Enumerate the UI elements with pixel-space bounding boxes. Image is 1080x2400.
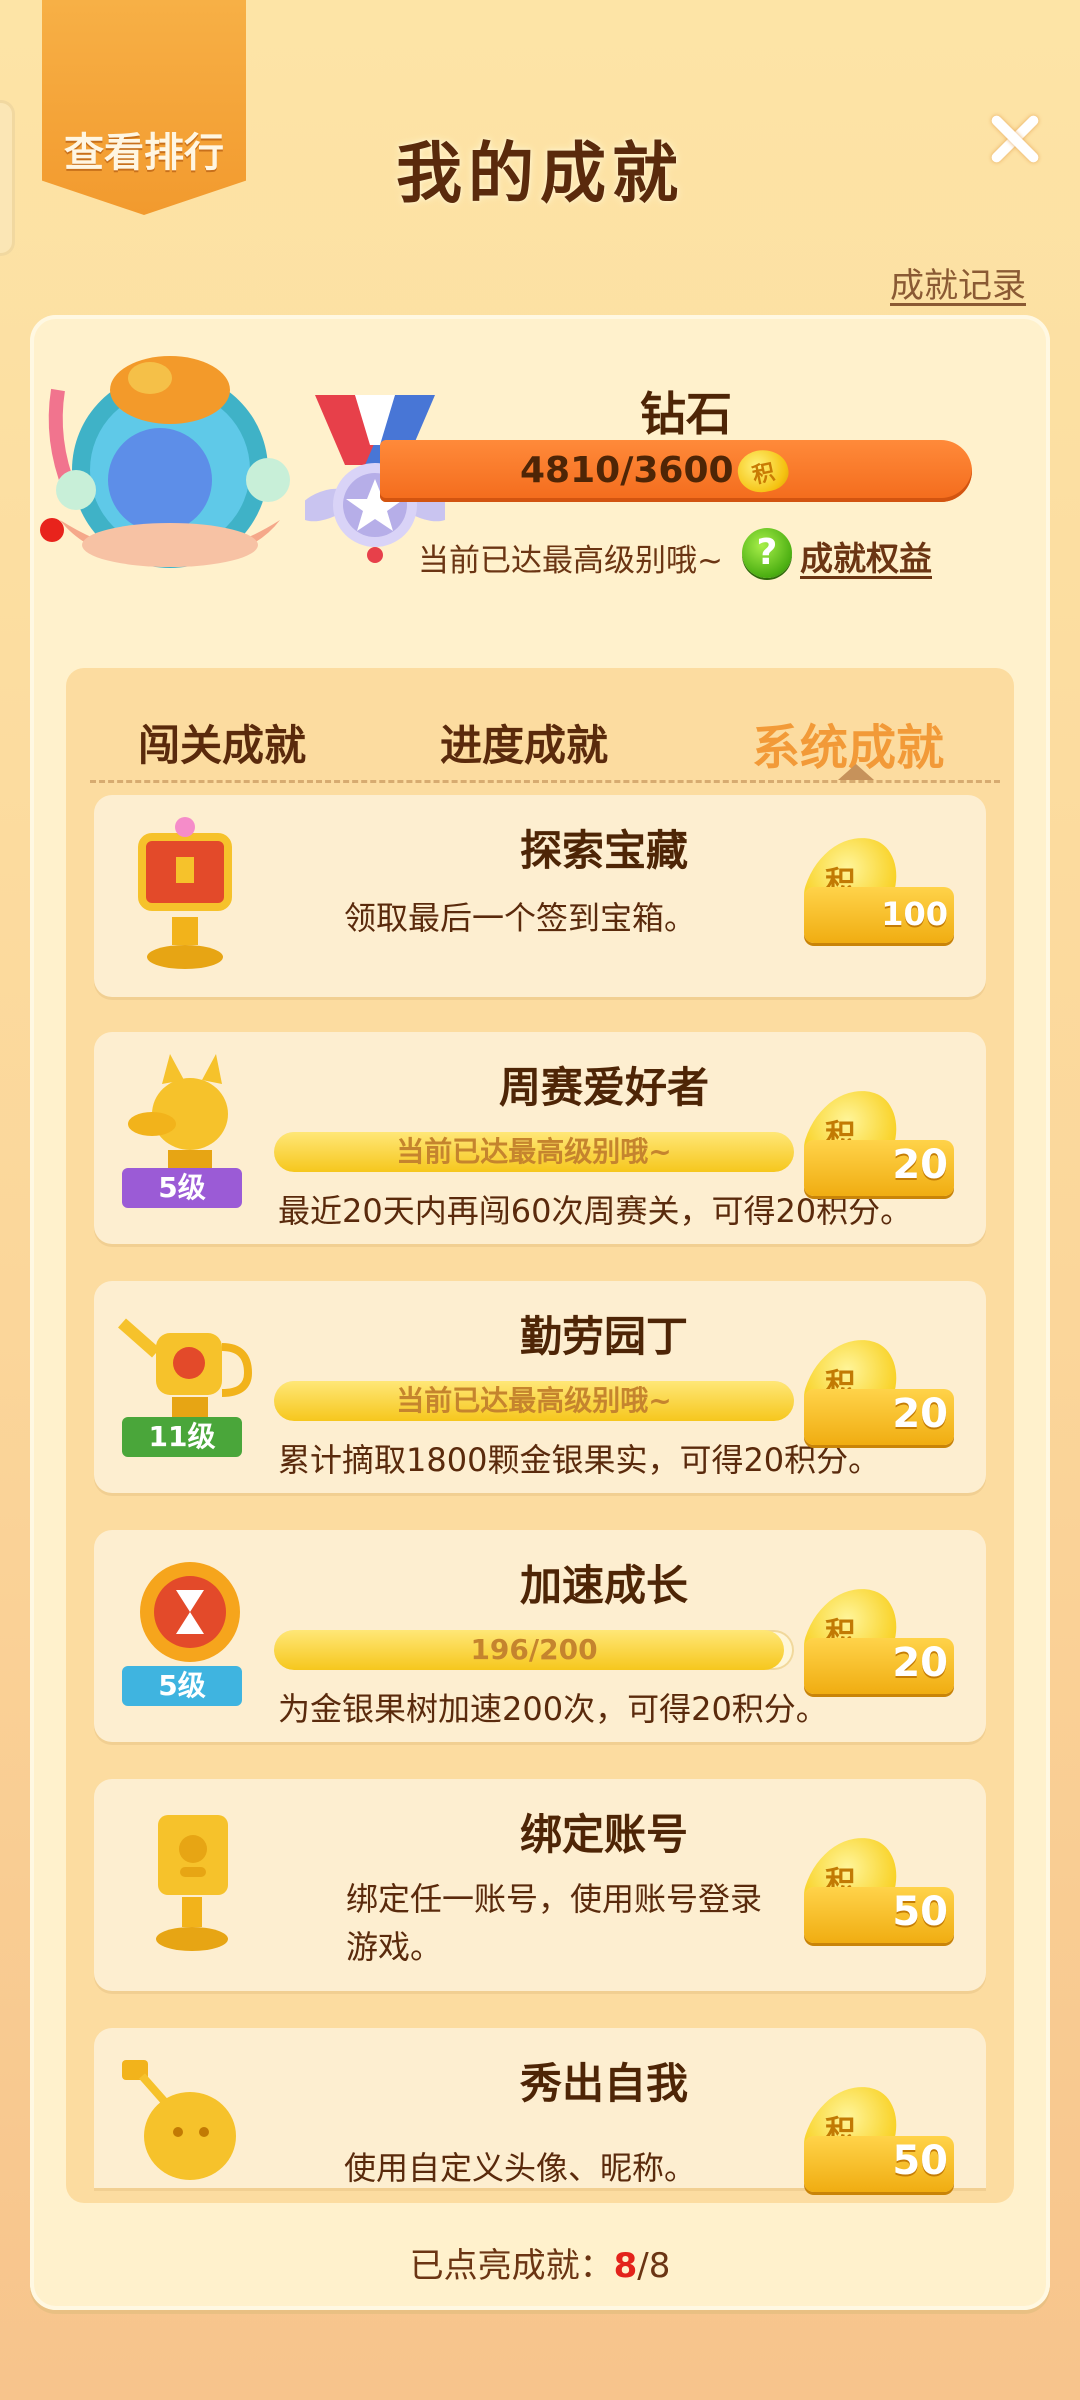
achievement-desc: 为金银果树加速200次，可得20积分。 <box>278 1690 828 1728</box>
achievement-desc: 使用自定义头像、昵称。 <box>344 2149 697 2187</box>
treasure-chest-trophy-icon <box>138 817 232 969</box>
achievement-card: 秀出自我 使用自定义头像、昵称。 积 50 <box>94 2028 986 2195</box>
reward-points: 20 <box>892 1640 948 1686</box>
reward-badge: 积 50 <box>794 1824 960 1946</box>
reward-badge: 积 20 <box>794 1326 960 1448</box>
level-ribbon: 5级 <box>122 1168 242 1208</box>
achievement-desc: 绑定任一账号，使用账号登录游戏。 <box>346 1880 763 1966</box>
lit-total: /8 <box>637 2246 671 2286</box>
progress-text: 196/200 <box>470 1633 598 1666</box>
reward-badge: 积 20 <box>794 1575 960 1697</box>
progress-text: 当前已达最高级别哦~ <box>396 1384 672 1417</box>
tab-divider <box>90 780 1000 783</box>
reward-badge: 积 50 <box>794 2073 960 2195</box>
reward-badge: 积 100 <box>794 824 960 946</box>
help-icon[interactable]: ? <box>742 528 792 578</box>
achievement-benefits-link[interactable]: 成就权益 <box>800 532 932 580</box>
dragon-emblem-icon <box>48 356 290 568</box>
achievement-card: 5级 周赛爱好者 当前已达最高级别哦~ 最近20天内再闯60次周赛关，可得20积… <box>94 1032 986 1244</box>
reward-points: 100 <box>881 895 948 933</box>
reward-points: 20 <box>892 1142 948 1188</box>
achievement-progress-bar: 当前已达最高级别哦~ <box>274 1381 794 1421</box>
mascot-trophy-icon <box>122 2060 236 2180</box>
achievement-progress-bar: 196/200 <box>274 1630 794 1670</box>
level-ribbon: 5级 <box>122 1666 242 1706</box>
achievement-record-link[interactable]: 成就记录 <box>890 258 1026 307</box>
tab-level-achievements[interactable]: 闯关成就 <box>138 712 306 773</box>
achievement-card: 11级 勤劳园丁 当前已达最高级别哦~ 累计摘取1800颗金银果实，可得20积分… <box>94 1281 986 1493</box>
lit-label: 已点亮成就： <box>409 2246 614 2286</box>
points-progress-text: 4810/3600 <box>520 450 734 491</box>
achievement-card: 绑定账号 绑定任一账号，使用账号登录游戏。 积 50 <box>94 1779 986 1991</box>
achievement-progress-bar: 当前已达最高级别哦~ <box>274 1132 794 1172</box>
max-level-note: 当前已达最高级别哦~ <box>418 543 723 579</box>
reward-points: 50 <box>892 1889 948 1935</box>
level-name: 钻石 <box>640 387 732 441</box>
account-trophy-icon <box>156 1815 228 1951</box>
reward-points: 20 <box>892 1391 948 1437</box>
reward-badge: 积 20 <box>794 1077 960 1199</box>
achievement-desc: 累计摘取1800颗金银果实，可得20积分。 <box>278 1441 881 1479</box>
achievement-desc: 领取最后一个签到宝箱。 <box>344 899 697 937</box>
lit-count: 8 <box>613 2246 638 2286</box>
active-tab-indicator <box>838 764 874 780</box>
tab-progress-achievements[interactable]: 进度成就 <box>440 712 608 773</box>
reward-points: 50 <box>892 2138 948 2184</box>
page-title: 我的成就 <box>396 135 684 212</box>
lit-achievements-counter: 已点亮成就：8/8 <box>0 2238 1080 2287</box>
level-ribbon: 11级 <box>122 1417 242 1457</box>
achievement-card: 探索宝藏 领取最后一个签到宝箱。 积 100 <box>94 795 986 997</box>
close-icon[interactable] <box>986 110 1042 166</box>
progress-text: 当前已达最高级别哦~ <box>396 1135 672 1168</box>
achievement-card: 5级 加速成长 196/200 为金银果树加速200次，可得20积分。 积 20 <box>94 1530 986 1742</box>
notification-dot <box>40 518 64 542</box>
